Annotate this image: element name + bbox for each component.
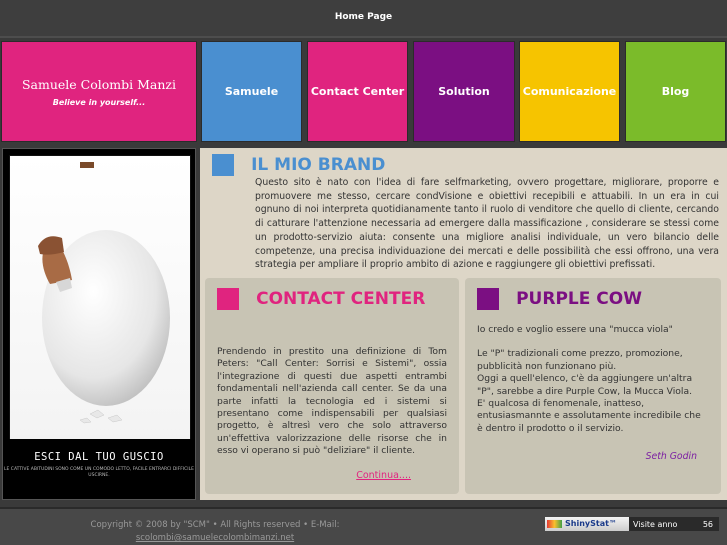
nav-label: Comunicazione: [522, 85, 617, 98]
purple-cow-panel: PURPLE COW Io credo e voglio essere una …: [465, 278, 721, 494]
egg-illustration: [38, 162, 170, 424]
content-area: IL MIO BRAND Questo sito è nato con l'id…: [200, 148, 727, 500]
home-page-link[interactable]: Home Page: [0, 12, 727, 22]
brand-section-title: IL MIO BRAND: [251, 155, 386, 175]
copyright-line: Copyright © 2008 by "SCM" • All Rights r…: [90, 520, 340, 530]
poster-title: ESCI DAL TUO GUSCIO: [34, 451, 164, 463]
shinystat-counter[interactable]: ShinyStat™ Visite anno 56: [545, 517, 719, 531]
brand-tile[interactable]: Samuele Colombi Manzi Believe in yoursel…: [1, 41, 197, 142]
purple-square-icon: [477, 288, 499, 310]
poster-image: ESCI DAL TUO GUSCIO LE CATTIVE ABITUDINI…: [2, 148, 196, 500]
nav-label: Samuele: [224, 85, 279, 98]
brand-tagline: Believe in yourself...: [52, 97, 146, 107]
stat-label: Visite anno: [633, 519, 678, 529]
contact-center-panel: CONTACT CENTER Prendendo in prestito una…: [205, 278, 459, 494]
contact-section-text: Prendendo in prestito una definizione di…: [217, 346, 447, 457]
nav-solution[interactable]: Solution: [413, 41, 515, 142]
purple-section-text: Io credo e voglio essere una "mucca viol…: [477, 324, 709, 435]
poster-caption: ESCI DAL TUO GUSCIO LE CATTIVE ABITUDINI…: [3, 439, 195, 499]
header: Samuele Colombi Manzi Believe in yoursel…: [0, 38, 727, 144]
continue-link[interactable]: Continua....: [217, 470, 411, 481]
purple-line-3: Oggi a quell'elenco, c'è da aggiungere u…: [477, 373, 693, 397]
email-link[interactable]: scolombi@samuelecolombimanzi.net: [136, 533, 294, 543]
shinystat-mark-icon: [547, 520, 562, 528]
poster-logo-mark: [80, 162, 94, 168]
nav-samuele[interactable]: Samuele: [201, 41, 302, 142]
brand-square-icon: [212, 154, 234, 176]
shell-fragments: [79, 409, 123, 424]
brand-name: Samuele Colombi Manzi: [21, 76, 176, 92]
footer: Copyright © 2008 by "SCM" • All Rights r…: [0, 507, 727, 545]
nav-blog[interactable]: Blog: [625, 41, 726, 142]
nav-label: Solution: [438, 85, 490, 98]
purple-line-2: Le "P" tradizionali come prezzo, promozi…: [477, 348, 683, 372]
purple-section-title: PURPLE COW: [516, 289, 642, 309]
shinystat-logo-text: ShinyStat™: [565, 519, 617, 528]
fist-knuckles: [38, 236, 64, 255]
brand-section: IL MIO BRAND Questo sito è nato con l'id…: [212, 154, 719, 272]
purple-line-4: E' qualcosa di fenomenale, inatteso, ent…: [477, 398, 701, 434]
contact-square-icon: [217, 288, 239, 310]
nav-comunicazione[interactable]: Comunicazione: [519, 41, 620, 142]
nav-contact-center[interactable]: Contact Center: [307, 41, 408, 142]
stat-value: 56: [702, 519, 713, 529]
brand-section-text: Questo sito è nato con l'idea di fare se…: [255, 177, 719, 271]
purple-signature: Seth Godin: [645, 451, 697, 463]
poster-subtitle: LE CATTIVE ABITUDINI SONO COME UN COMODO…: [4, 467, 194, 478]
copyright-text: Copyright © 2008 by "SCM" • All Rights r…: [60, 519, 370, 545]
nav-label: Blog: [661, 85, 690, 98]
contact-section-title: CONTACT CENTER: [256, 289, 426, 309]
nav-label: Contact Center: [310, 85, 405, 98]
main-area: ESCI DAL TUO GUSCIO LE CATTIVE ABITUDINI…: [0, 144, 727, 504]
purple-line-1: Io credo e voglio essere una "mucca viol…: [477, 324, 673, 335]
top-bar: Home Page: [0, 0, 727, 38]
shinystat-logo: ShinyStat™: [545, 517, 629, 531]
